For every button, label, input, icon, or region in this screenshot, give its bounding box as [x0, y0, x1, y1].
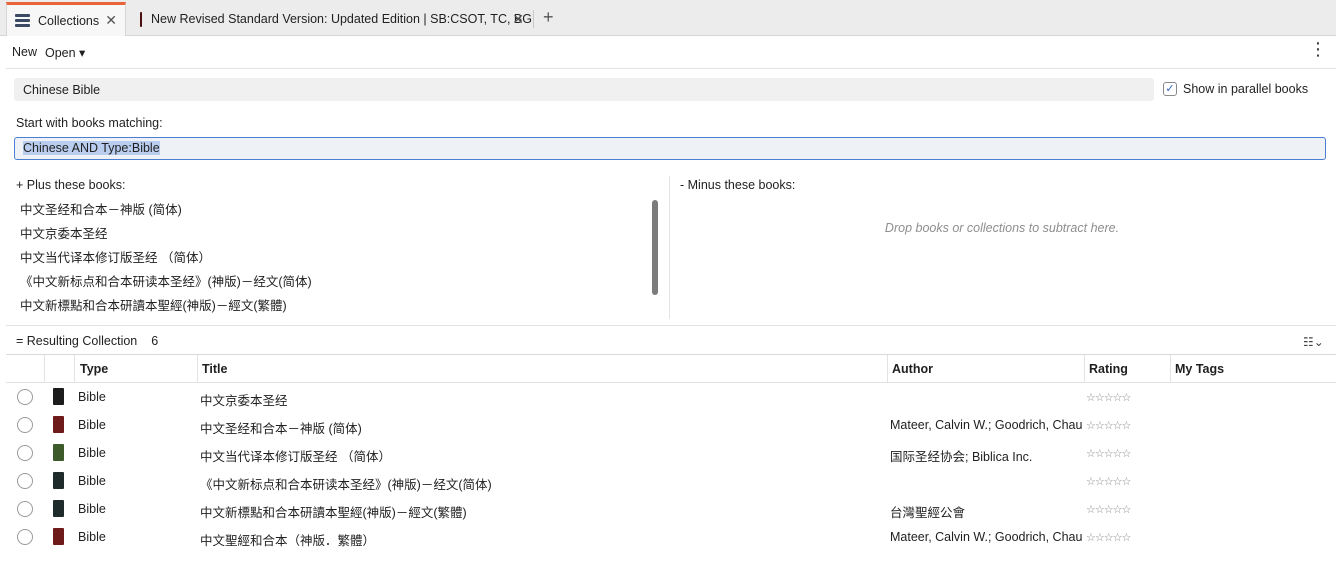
resulting-collection-title: = Resulting Collection: [16, 334, 138, 348]
title-cell: 中文新標點和合本研讀本聖經(神版)－經文(繁體): [200, 506, 467, 520]
column-separator: [197, 355, 198, 382]
rating-stars[interactable]: ☆☆☆☆☆: [1086, 419, 1131, 432]
minus-books-label: - Minus these books:: [680, 178, 796, 192]
list-item[interactable]: 中文圣经和合本－神版 (简体): [14, 198, 662, 222]
tab-bar: Collections ✕ New Revised Standard Versi…: [0, 0, 1336, 36]
rating-stars[interactable]: ☆☆☆☆☆: [1086, 531, 1131, 544]
minus-drop-zone[interactable]: Drop books or collections to subtract he…: [670, 221, 1334, 235]
column-header-title[interactable]: Title: [202, 362, 227, 376]
author-cell: 台灣聖經公會: [890, 506, 966, 520]
new-button[interactable]: New: [12, 45, 37, 59]
plus-books-list[interactable]: 中文圣经和合本－神版 (简体) 中文京委本圣经 中文当代译本修订版圣经 （简体）…: [14, 198, 662, 319]
table-row[interactable]: Bible 中文京委本圣经 ☆☆☆☆☆: [6, 383, 1336, 411]
close-icon[interactable]: ✕: [512, 11, 524, 28]
title-cell: 《中文新标点和合本研读本圣经》(神版)－经文(简体): [200, 478, 492, 492]
close-icon[interactable]: ✕: [105, 12, 117, 29]
author-cell: 国际圣经协会; Biblica Inc.: [890, 450, 1033, 464]
column-separator: [44, 355, 45, 382]
title-cell: 中文圣经和合本－神版 (简体): [200, 422, 362, 436]
start-with-label: Start with books matching:: [16, 116, 163, 130]
title-cell: 中文聖經和合本（神版．繁體）: [200, 534, 376, 548]
tab-nrsvue[interactable]: New Revised Standard Version: Updated Ed…: [132, 2, 532, 36]
column-header-my-tags[interactable]: My Tags: [1175, 362, 1224, 376]
select-radio[interactable]: [17, 417, 33, 433]
author-cell: Mateer, Calvin W.; Goodrich, Chauncey: [890, 418, 1083, 432]
collection-name-input[interactable]: Chinese Bible: [14, 78, 1154, 101]
query-text: Chinese AND Type:Bible: [23, 141, 160, 155]
book-cover: [53, 416, 64, 433]
plus-list-scrollbar[interactable]: [652, 200, 658, 295]
table-row[interactable]: Bible 《中文新标点和合本研读本圣经》(神版)－经文(简体) ☆☆☆☆☆: [6, 467, 1336, 495]
table-border: [6, 354, 1336, 355]
list-item[interactable]: 中文京委本圣经: [14, 222, 662, 246]
type-cell: Bible: [78, 530, 106, 544]
type-cell: Bible: [78, 446, 106, 460]
column-separator: [1084, 355, 1085, 382]
column-header-author[interactable]: Author: [892, 362, 933, 376]
column-separator: [74, 355, 75, 382]
book-cover: [53, 500, 64, 517]
query-input[interactable]: Chinese AND Type:Bible: [14, 137, 1326, 160]
select-radio[interactable]: [17, 445, 33, 461]
book-cover: [53, 528, 64, 545]
rating-stars[interactable]: ☆☆☆☆☆: [1086, 447, 1131, 460]
title-cell: 中文当代译本修订版圣经 （简体）: [200, 450, 391, 464]
tab-collections[interactable]: Collections ✕: [6, 2, 126, 36]
table-row[interactable]: Bible 中文当代译本修订版圣经 （简体） 国际圣经协会; Biblica I…: [6, 439, 1336, 467]
add-tab-icon[interactable]: +: [543, 7, 554, 28]
tab-label: New Revised Standard Version: Updated Ed…: [151, 12, 532, 26]
tab-divider: [533, 10, 534, 28]
divider: [6, 325, 1336, 326]
column-header-type[interactable]: Type: [80, 362, 108, 376]
type-cell: Bible: [78, 390, 106, 404]
more-options-icon[interactable]: ⋮: [1309, 40, 1327, 58]
open-menu-button[interactable]: Open ▾: [45, 45, 85, 60]
rating-stars[interactable]: ☆☆☆☆☆: [1086, 475, 1131, 488]
parallel-label: Show in parallel books: [1183, 82, 1309, 96]
select-radio[interactable]: [17, 501, 33, 517]
table-row[interactable]: Bible 中文新標點和合本研讀本聖經(神版)－經文(繁體) 台灣聖經公會 ☆☆…: [6, 495, 1336, 523]
title-cell: 中文京委本圣经: [200, 394, 288, 408]
author-cell: Mateer, Calvin W.; Goodrich, Chauncey: [890, 530, 1083, 544]
type-cell: Bible: [78, 418, 106, 432]
tab-label: Collections: [38, 13, 100, 28]
type-cell: Bible: [78, 502, 106, 516]
table-row[interactable]: Bible 中文圣经和合本－神版 (简体) Mateer, Calvin W.;…: [6, 411, 1336, 439]
rating-stars[interactable]: ☆☆☆☆☆: [1086, 503, 1131, 516]
collections-icon: [15, 14, 30, 27]
book-cover: [53, 388, 64, 405]
type-cell: Bible: [78, 474, 106, 488]
resulting-collection-label: = Resulting Collection 6: [16, 334, 158, 348]
column-header-rating[interactable]: Rating: [1089, 362, 1128, 376]
list-item[interactable]: 《中文新标点和合本研读本圣经》(神版)－经文(简体): [14, 270, 662, 294]
parallel-checkbox[interactable]: ✓: [1163, 82, 1177, 96]
book-cover: [53, 444, 64, 461]
column-separator: [1170, 355, 1171, 382]
column-view-icon[interactable]: ☷⌄: [1303, 335, 1324, 349]
book-icon: [140, 11, 142, 27]
pane-divider[interactable]: [669, 176, 670, 319]
plus-books-label: + Plus these books:: [16, 178, 126, 192]
show-in-parallel-toggle[interactable]: ✓ Show in parallel books: [1163, 82, 1308, 96]
select-radio[interactable]: [17, 529, 33, 545]
list-item[interactable]: 中文新標點和合本研讀本聖經(神版)－經文(繁體): [14, 294, 662, 318]
toolbar: New Open ▾ ⋮: [6, 36, 1336, 69]
book-cover: [53, 472, 64, 489]
result-count: 6: [151, 334, 159, 348]
table-row[interactable]: Bible 中文聖經和合本（神版．繁體） Mateer, Calvin W.; …: [6, 523, 1336, 551]
select-radio[interactable]: [17, 389, 33, 405]
select-radio[interactable]: [17, 473, 33, 489]
rating-stars[interactable]: ☆☆☆☆☆: [1086, 391, 1131, 404]
list-item[interactable]: 中文当代译本修订版圣经 （简体）: [14, 246, 662, 270]
column-separator: [887, 355, 888, 382]
